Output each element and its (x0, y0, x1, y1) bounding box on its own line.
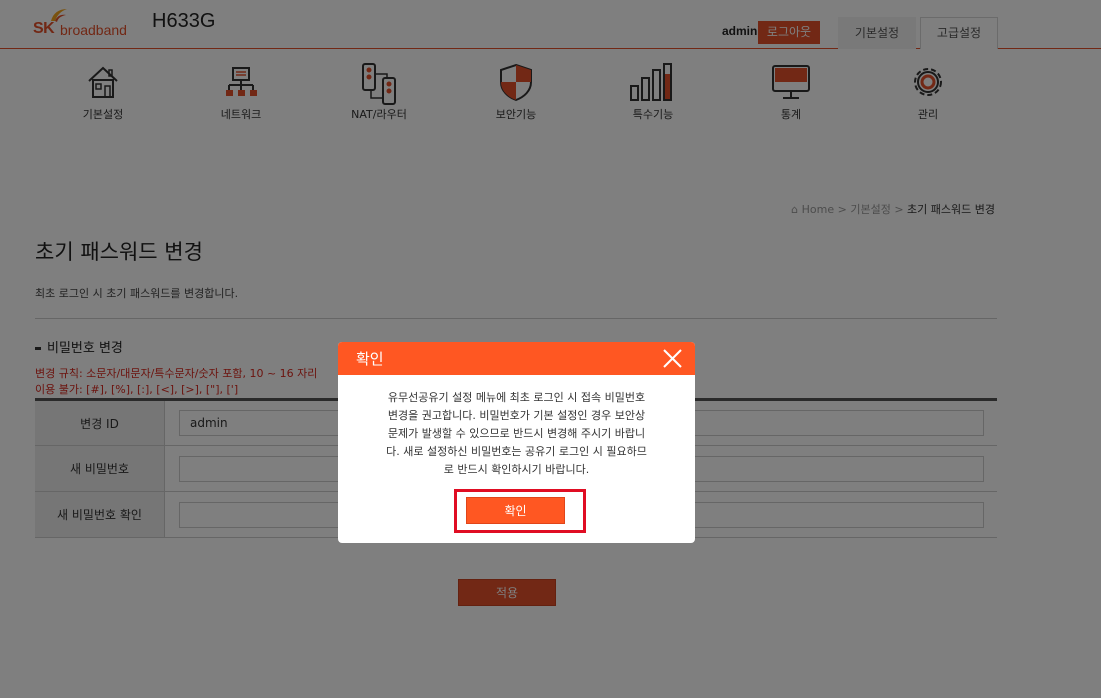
dialog-header: 확인 (338, 342, 695, 375)
dialog-line: 문제가 발생할 수 있으므로 반드시 변경해 주시기 바랍니 (387, 427, 646, 440)
dialog-title: 확인 (356, 350, 384, 368)
dialog-message: 유무선공유기 설정 메뉴에 최초 로그인 시 접속 비밀번호 변경을 권고합니다… (358, 389, 675, 479)
close-icon[interactable] (662, 348, 683, 369)
dialog-line: 변경을 권고합니다. 비밀번호가 기본 설정인 경우 보안상 (387, 409, 646, 422)
dialog-line: 다. 새로 설정하신 비밀번호는 공유기 로그인 시 필요하므 (386, 445, 647, 458)
confirm-ok-button[interactable]: 확인 (466, 497, 565, 524)
dialog-line: 로 반드시 확인하시기 바랍니다. (443, 463, 590, 476)
dialog-line: 유무선공유기 설정 메뉴에 최초 로그인 시 접속 비밀번호 (387, 391, 646, 404)
